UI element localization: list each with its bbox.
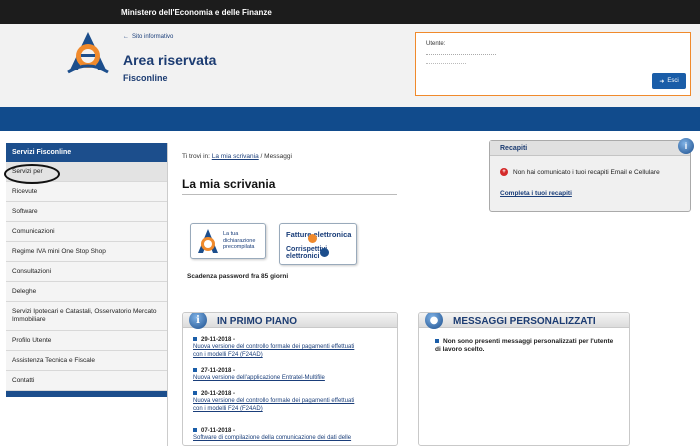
page-title: La mia scrivania: [182, 177, 276, 191]
sidebar-footer-bar: [6, 391, 167, 397]
sidebar-item-consultazioni[interactable]: Consultazioni: [6, 262, 167, 282]
sidebar-divider: [167, 143, 168, 446]
bullet-icon: [435, 339, 439, 344]
messaggi-personalizzati-panel: ● MESSAGGI PERSONALIZZATI Non sono prese…: [418, 312, 630, 446]
title-divider: [182, 194, 397, 195]
in-primo-piano-title: IN PRIMO PIANO: [217, 316, 298, 327]
agenzia-logo-icon: [198, 229, 218, 253]
sidebar-item-profilo-utente[interactable]: Profilo Utente: [6, 331, 167, 351]
arrow-left-icon: ←: [123, 34, 129, 40]
messaggi-title: MESSAGGI PERSONALIZZATI: [453, 316, 596, 327]
news-link[interactable]: Software di compilazione della comunicaz…: [193, 434, 351, 442]
recapiti-title: Recapiti: [490, 141, 690, 156]
breadcrumb-link-scrivania[interactable]: La mia scrivania: [212, 153, 259, 160]
blue-dot-icon: [320, 248, 329, 257]
news-link[interactable]: Nuova versione del controllo formale dei…: [193, 397, 354, 405]
news-link-cont[interactable]: con i modelli F24 (F24AD): [193, 351, 354, 359]
fatture-corrispettivi-tile[interactable]: Fatture elettronica Corrispettivi elettr…: [279, 223, 357, 265]
sidebar-item-contatti[interactable]: Contatti: [6, 371, 167, 391]
hand-drawn-circle-annotation: [4, 164, 60, 184]
password-expiry-notice: Scadenza password fra 85 giorni: [187, 273, 289, 280]
news-item: 27-11-2018 - Nuova versione dell'applica…: [193, 368, 325, 382]
bullet-icon: [193, 337, 197, 342]
ministry-name: Ministero dell'Economia e delle Finanze: [121, 8, 272, 17]
orange-dot-icon: [308, 234, 317, 243]
page-area-subtitle: Fisconline: [123, 73, 168, 83]
user-name-redacted: [426, 54, 496, 55]
sidebar-item-servizi-ipotecari[interactable]: Servizi Ipotecari e Catastali, Osservato…: [6, 302, 167, 331]
recapiti-box: Recapiti i + Non hai comunicato i tuoi r…: [489, 138, 694, 212]
recapiti-warning: + Non hai comunicato i tuoi recapiti Ema…: [500, 168, 660, 176]
bullet-icon: [193, 428, 197, 433]
sidebar-item-comunicazioni[interactable]: Comunicazioni: [6, 222, 167, 242]
fatture-label: Fatture elettronica: [286, 230, 352, 239]
sidebar-item-regime-iva[interactable]: Regime IVA mini One Stop Shop: [6, 242, 167, 262]
info-icon[interactable]: i: [678, 138, 694, 154]
dichiarazione-precompilata-tile[interactable]: La tua dichiarazione precompilata: [190, 223, 266, 259]
breadcrumb: Ti trovi in: La mia scrivania / Messaggi: [182, 153, 292, 160]
sidebar-item-deleghe[interactable]: Deleghe: [6, 282, 167, 302]
sidebar-item-software[interactable]: Software: [6, 202, 167, 222]
page-area-title: Area riservata: [123, 52, 217, 68]
bullet-icon: [193, 391, 197, 396]
news-link[interactable]: Nuova versione del controllo formale dei…: [193, 343, 354, 351]
site-info-link[interactable]: ← Sito informativo: [123, 34, 173, 40]
completa-recapiti-link[interactable]: Completa i tuoi recapiti: [500, 190, 572, 197]
messaggi-text: Non sono presenti messaggi personalizzat…: [435, 338, 614, 353]
agenzia-entrate-logo-icon[interactable]: [64, 30, 112, 74]
user-detail-redacted: [426, 63, 466, 64]
news-item: 29-11-2018 - Nuova versione del controll…: [193, 337, 355, 359]
sidebar-item-ricevute[interactable]: Ricevute: [6, 182, 167, 202]
breadcrumb-current: Messaggi: [264, 153, 292, 160]
news-item: 20-11-2018 - Nuova versione del controll…: [193, 391, 355, 413]
sidebar-item-assistenza[interactable]: Assistenza Tecnica e Fiscale: [6, 351, 167, 371]
logout-icon: ➜: [659, 78, 665, 85]
blue-band: [0, 107, 700, 131]
user-label: Utente:: [426, 41, 446, 47]
sidebar-heading: Servizi Fisconline: [6, 143, 167, 162]
user-box: Utente: ➜ Esci: [415, 32, 691, 96]
error-icon: +: [500, 168, 508, 176]
in-primo-piano-panel: i IN PRIMO PIANO 29-11-2018 - Nuova vers…: [182, 312, 398, 446]
ministry-bar: Ministero dell'Economia e delle Finanze: [0, 0, 700, 24]
news-item: 07-11-2018 - Software di compilazione de…: [193, 428, 352, 442]
news-link-cont[interactable]: con i modelli F24 (F24AD): [193, 405, 354, 413]
news-link[interactable]: Nuova versione dell'applicazione Entrate…: [193, 374, 325, 382]
bullet-icon: [193, 368, 197, 373]
logout-button[interactable]: ➜ Esci: [652, 73, 686, 89]
